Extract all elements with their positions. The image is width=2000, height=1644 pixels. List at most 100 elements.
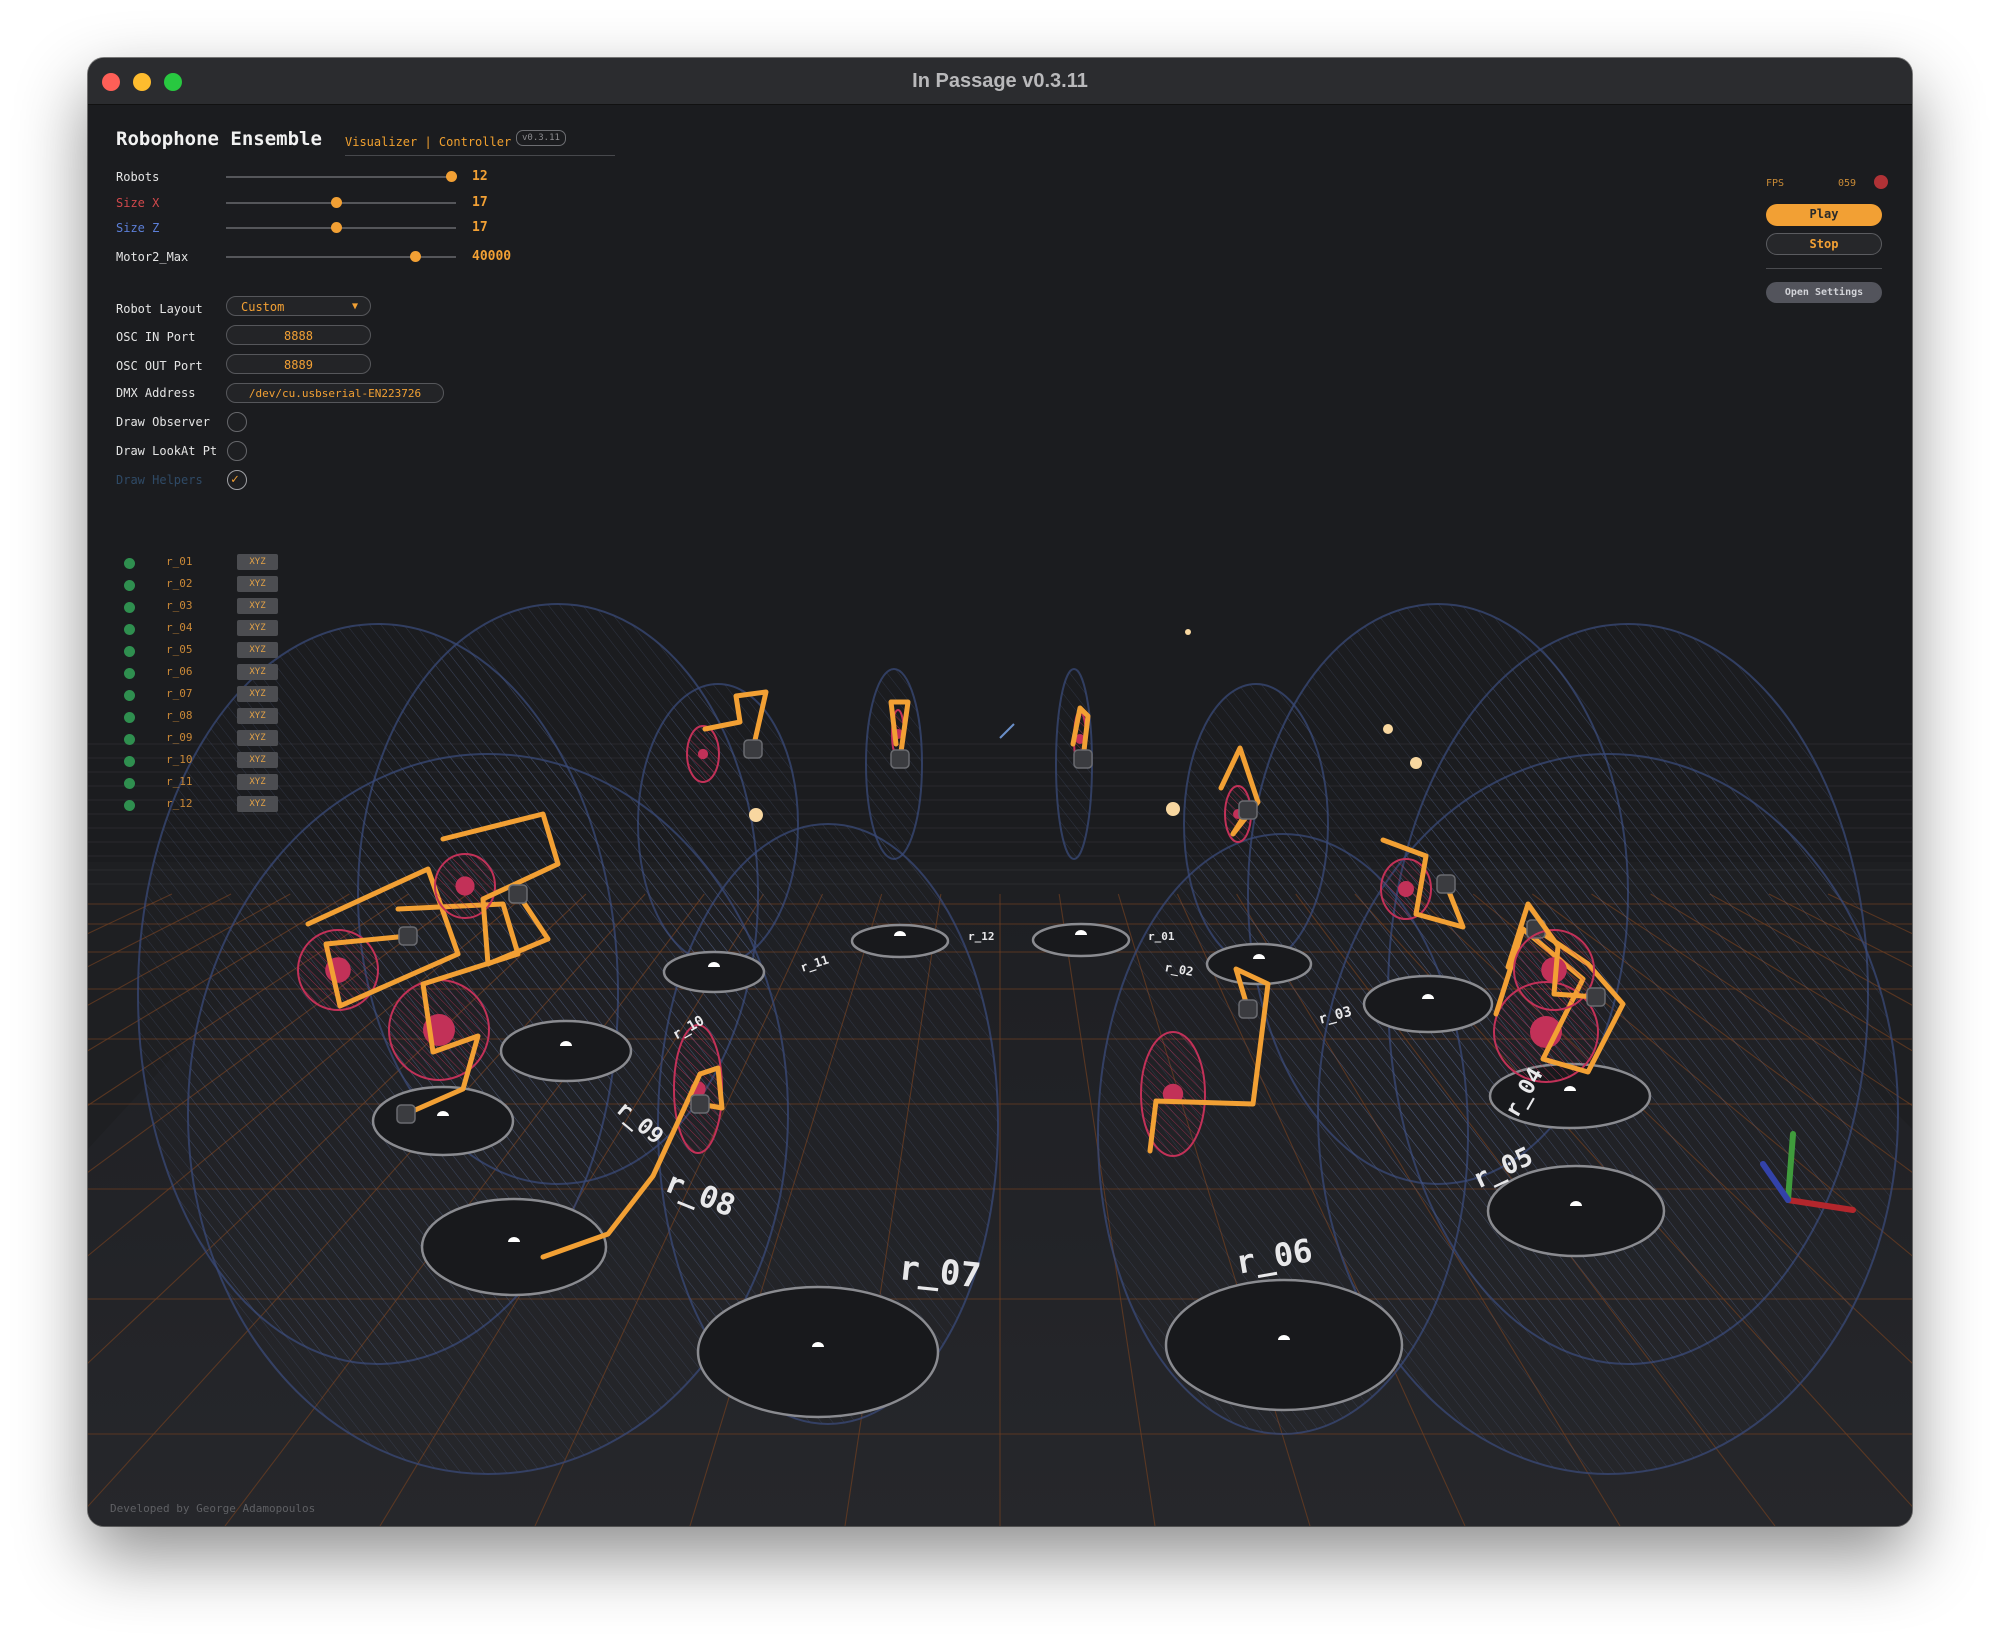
slider-value: 12	[472, 169, 488, 184]
slider-value: 17	[472, 220, 488, 235]
fps-readout: FPS 059	[1766, 178, 1874, 189]
status-dot-icon	[124, 800, 135, 811]
slider-track[interactable]	[226, 197, 456, 208]
end-effector	[690, 1094, 710, 1114]
end-effector	[1238, 800, 1258, 820]
robot-name: r_10	[166, 753, 193, 766]
xyz-button[interactable]: XYZ	[237, 598, 278, 614]
status-dot-icon	[124, 756, 135, 767]
xyz-button[interactable]: XYZ	[237, 554, 278, 570]
title-divider	[345, 155, 615, 156]
robot-row: r_06 XYZ	[116, 663, 316, 683]
footer-credit: Developed by George Adamopoulos	[110, 1502, 316, 1515]
robot-row: r_07 XYZ	[116, 685, 316, 705]
slider-handle[interactable]	[331, 197, 342, 208]
robot-row: r_10 XYZ	[116, 751, 316, 771]
xyz-button[interactable]: XYZ	[237, 708, 278, 724]
slider-value: 17	[472, 195, 488, 210]
robot-row: r_08 XYZ	[116, 707, 316, 727]
slider-handle[interactable]	[410, 251, 421, 262]
end-effector	[890, 749, 910, 769]
toggle-label: Draw Helpers	[116, 473, 203, 487]
end-effector	[1238, 999, 1258, 1019]
transport-divider	[1766, 268, 1882, 269]
3d-viewport[interactable]: r_08 r_07 r_06 r_05 r_09 r_04 r_10 r_03 r_11 r_02…	[88, 104, 1912, 1526]
slider-track[interactable]	[226, 171, 457, 182]
center-marker	[999, 723, 1015, 739]
osc-in-port-field[interactable]: 8888	[226, 325, 371, 345]
status-dot-icon	[124, 624, 135, 635]
status-dot-icon	[124, 580, 135, 591]
xyz-button[interactable]: XYZ	[237, 774, 278, 790]
robot-name: r_06	[166, 665, 193, 678]
slider-track[interactable]	[226, 222, 456, 233]
base-ring	[1031, 922, 1131, 958]
toggle-checkbox[interactable]	[227, 412, 247, 432]
end-effector	[396, 1104, 416, 1124]
slider-label: Size X	[116, 196, 160, 210]
dmx-address-field[interactable]: /dev/cu.usbserial-EN223726	[226, 383, 444, 403]
motor-hub	[1398, 881, 1414, 897]
robot-layout-select[interactable]: Custom ▼	[226, 296, 371, 316]
status-dot-icon	[124, 558, 135, 569]
slider-track[interactable]	[226, 251, 456, 262]
window-title: In Passage v0.3.11	[912, 70, 1088, 92]
toggle-checkbox[interactable]: ✓	[227, 470, 247, 490]
status-dot-icon	[124, 602, 135, 613]
osc-out-label: OSC OUT Port	[116, 359, 203, 373]
panel-title: Robophone Ensemble	[116, 128, 322, 150]
xyz-button[interactable]: XYZ	[237, 664, 278, 680]
xyz-button[interactable]: XYZ	[237, 620, 278, 636]
xyz-button[interactable]: XYZ	[237, 686, 278, 702]
robot-row: r_12 XYZ	[116, 795, 316, 815]
xyz-button[interactable]: XYZ	[237, 576, 278, 592]
robot-name: r_05	[166, 643, 193, 656]
xyz-button[interactable]: XYZ	[237, 796, 278, 812]
chevron-down-icon: ▼	[351, 301, 358, 312]
robot-layout-label: Robot Layout	[116, 302, 203, 316]
slider-label: Size Z	[116, 221, 160, 235]
toggle-checkbox[interactable]	[227, 441, 247, 461]
observer-point	[1166, 802, 1180, 816]
robot-name: r_01	[166, 555, 193, 568]
fps-label: FPS	[1766, 178, 1785, 189]
play-button[interactable]: Play	[1766, 204, 1882, 226]
observer-point	[1410, 757, 1422, 769]
observer-point	[749, 808, 763, 822]
version-badge: v0.3.11	[516, 130, 566, 146]
stop-button[interactable]: Stop	[1766, 233, 1882, 255]
robot-name: r_04	[166, 621, 193, 634]
xyz-button[interactable]: XYZ	[237, 642, 278, 658]
motor-hub	[455, 876, 475, 896]
end-effector	[1586, 987, 1606, 1007]
record-indicator[interactable]	[1874, 175, 1888, 189]
base-ring	[1362, 974, 1494, 1034]
title-bar[interactable]: In Passage v0.3.11	[88, 58, 1912, 105]
robot-row: r_11 XYZ	[116, 773, 316, 793]
base-ring	[850, 923, 950, 959]
osc-out-port-field[interactable]: 8889	[226, 354, 371, 374]
base-ring	[662, 950, 766, 994]
robot-layout-value: Custom	[241, 300, 285, 314]
status-dot-icon	[124, 668, 135, 679]
robot-row: r_02 XYZ	[116, 575, 316, 595]
app-window: In Passage v0.3.11 r_08r_07r_06r_05r	[88, 58, 1912, 1526]
end-effector	[508, 884, 528, 904]
robot-name: r_03	[166, 599, 193, 612]
dmx-address-label: DMX Address	[116, 386, 196, 400]
robot-scene-label: r_01	[1148, 930, 1175, 943]
open-settings-button[interactable]: Open Settings	[1766, 282, 1882, 303]
robot-row: r_05 XYZ	[116, 641, 316, 661]
status-dot-icon	[124, 734, 135, 745]
xyz-button[interactable]: XYZ	[237, 752, 278, 768]
slider-handle[interactable]	[331, 222, 342, 233]
panel-subtitle: Visualizer | Controller	[345, 135, 512, 149]
status-dot-icon	[124, 778, 135, 789]
robot-name: r_12	[166, 797, 193, 810]
status-dot-icon	[124, 712, 135, 723]
xyz-button[interactable]: XYZ	[237, 730, 278, 746]
slider-handle[interactable]	[446, 171, 457, 182]
base-ring	[1164, 1278, 1404, 1412]
end-effector	[1436, 874, 1456, 894]
toggle-label: Draw Observer	[116, 415, 210, 429]
